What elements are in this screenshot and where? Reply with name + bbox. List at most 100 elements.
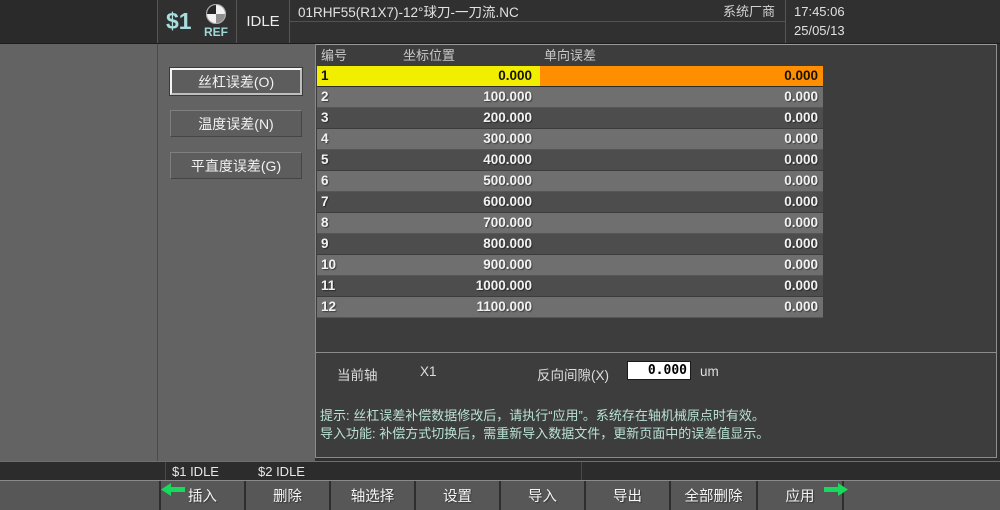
cell-error: 0.000 (540, 87, 823, 107)
reference-point-icon (205, 3, 227, 25)
softkey-delete[interactable]: 删除 (246, 481, 329, 510)
softkey-delete-all[interactable]: 全部删除 (671, 481, 756, 510)
vendor-label: 系统厂商 (723, 1, 775, 20)
hint-line-1: 提示: 丝杠误差补偿数据修改后，请执行“应用”。系统存在轴机械原点时有效。 (320, 407, 980, 425)
softkey-label: 轴选择 (351, 485, 395, 506)
softkey-label: 全部删除 (685, 485, 743, 506)
softkey-label: 删除 (273, 485, 302, 506)
cell-error: 0.000 (540, 213, 823, 233)
backlash-label: 反向间隙(X) (537, 364, 609, 384)
cell-index: 1 (317, 66, 401, 86)
cell-error: 0.000 (540, 192, 823, 212)
sidebar-item-label: 平直度误差(G) (191, 156, 281, 176)
table-row[interactable]: 6 500.000 0.000 (317, 171, 823, 192)
table-row[interactable]: 10 900.000 0.000 (317, 255, 823, 276)
cell-position: 200.000 (401, 108, 540, 128)
softkey-label: 应用 (786, 485, 815, 506)
softkey-page-right-arrow-icon[interactable] (824, 483, 848, 496)
table-row[interactable]: 1 0.000 0.000 (317, 66, 823, 87)
channel1-status: $1 IDLE (172, 464, 219, 479)
current-axis-value: X1 (420, 364, 437, 379)
softkey-bar: 插入 删除 轴选择 设置 导入 导出 全部删除 应用 (0, 480, 1000, 510)
cell-index: 7 (317, 192, 401, 212)
table-row[interactable]: 3 200.000 0.000 (317, 108, 823, 129)
cell-index: 12 (317, 297, 401, 317)
cell-position: 600.000 (401, 192, 540, 212)
channel2-status: $2 IDLE (258, 464, 305, 479)
cell-position: 300.000 (401, 129, 540, 149)
softkey-label: 插入 (188, 485, 217, 506)
backlash-input[interactable] (627, 361, 691, 380)
top-bar: $1 REF IDLE 01RHF55(R1X7)-12°球刀-一刀流.NC 系… (0, 0, 1000, 44)
cell-index: 8 (317, 213, 401, 233)
status-divider (165, 462, 166, 480)
status-divider (581, 462, 582, 480)
channel-label: $1 (166, 8, 192, 35)
header-error: 单向误差 (540, 46, 823, 66)
machine-mode: IDLE (237, 0, 290, 43)
header-index: 编号 (317, 46, 401, 66)
cell-position: 100.000 (401, 87, 540, 107)
program-cell: 01RHF55(R1X7)-12°球刀-一刀流.NC 系统厂商 (290, 0, 786, 43)
sidebar-item-straightness-error[interactable]: 平直度误差(G) (170, 152, 302, 179)
table-row[interactable]: 5 400.000 0.000 (317, 150, 823, 171)
ref-label: REF (200, 25, 232, 39)
table-row[interactable]: 9 800.000 0.000 (317, 234, 823, 255)
sidebar-item-label: 丝杠误差(O) (198, 72, 274, 92)
cell-position: 500.000 (401, 171, 540, 191)
clock-cell: 17:45:06 25/05/13 (786, 0, 1000, 43)
softkey-page-left-arrow-icon[interactable] (161, 483, 185, 496)
cell-error: 0.000 (540, 276, 823, 296)
cell-index: 4 (317, 129, 401, 149)
mode-label: IDLE (246, 13, 279, 30)
ref-state: REF (200, 1, 232, 39)
cell-index: 2 (317, 87, 401, 107)
hint-line-2: 导入功能: 补偿方式切换后，需重新导入数据文件，更新页面中的误差值显示。 (320, 425, 980, 443)
channel-cell: $1 REF (158, 0, 237, 43)
cell-error: 0.000 (540, 108, 823, 128)
sidebar-item-temperature-error[interactable]: 温度误差(N) (170, 110, 302, 137)
sidebar-item-screw-error[interactable]: 丝杠误差(O) (170, 68, 302, 95)
cell-position: 400.000 (401, 150, 540, 170)
cell-error: 0.000 (540, 255, 823, 275)
cell-position: 1000.000 (401, 276, 540, 296)
cell-position: 900.000 (401, 255, 540, 275)
program-row: 01RHF55(R1X7)-12°球刀-一刀流.NC 系统厂商 (290, 0, 785, 22)
table-row[interactable]: 11 1000.000 0.000 (317, 276, 823, 297)
cell-position: 700.000 (401, 213, 540, 233)
compensation-table: 编号 坐标位置 单向误差 1 0.000 0.000 2 100.000 0.0… (317, 46, 823, 318)
current-axis-label: 当前轴 (337, 364, 378, 384)
softkey-label: 导入 (528, 485, 557, 506)
channel-status-bar: $1 IDLE $2 IDLE (0, 461, 1000, 480)
softkey-label: 导出 (613, 485, 642, 506)
table-row[interactable]: 8 700.000 0.000 (317, 213, 823, 234)
softkey-settings[interactable]: 设置 (416, 481, 499, 510)
cell-error: 0.000 (540, 171, 823, 191)
table-row[interactable]: 7 600.000 0.000 (317, 192, 823, 213)
cell-position: 1100.000 (401, 297, 540, 317)
left-empty-panel (0, 44, 158, 461)
table-header-row: 编号 坐标位置 单向误差 (317, 46, 823, 66)
table-row[interactable]: 2 100.000 0.000 (317, 87, 823, 108)
cell-index: 11 (317, 276, 401, 296)
error-type-sidebar: 丝杠误差(O) 温度误差(N) 平直度误差(G) (158, 44, 315, 461)
cell-position: 0.000 (401, 66, 540, 86)
cell-error: 0.000 (540, 66, 823, 86)
cell-index: 6 (317, 171, 401, 191)
date-label: 25/05/13 (794, 23, 845, 38)
softkey-export[interactable]: 导出 (586, 481, 669, 510)
softkey-label: 设置 (443, 485, 472, 506)
table-row[interactable]: 4 300.000 0.000 (317, 129, 823, 150)
cell-index: 3 (317, 108, 401, 128)
softkey-axis-select[interactable]: 轴选择 (331, 481, 414, 510)
cnc-screen: $1 REF IDLE 01RHF55(R1X7)-12°球刀-一刀流.NC 系… (0, 0, 1000, 510)
time-label: 17:45:06 (794, 4, 845, 19)
header-position: 坐标位置 (401, 46, 540, 66)
cell-index: 9 (317, 234, 401, 254)
cell-error: 0.000 (540, 297, 823, 317)
cell-index: 10 (317, 255, 401, 275)
cell-index: 5 (317, 150, 401, 170)
table-row[interactable]: 12 1100.000 0.000 (317, 297, 823, 318)
softkey-import[interactable]: 导入 (501, 481, 584, 510)
sidebar-item-label: 温度误差(N) (198, 114, 273, 134)
